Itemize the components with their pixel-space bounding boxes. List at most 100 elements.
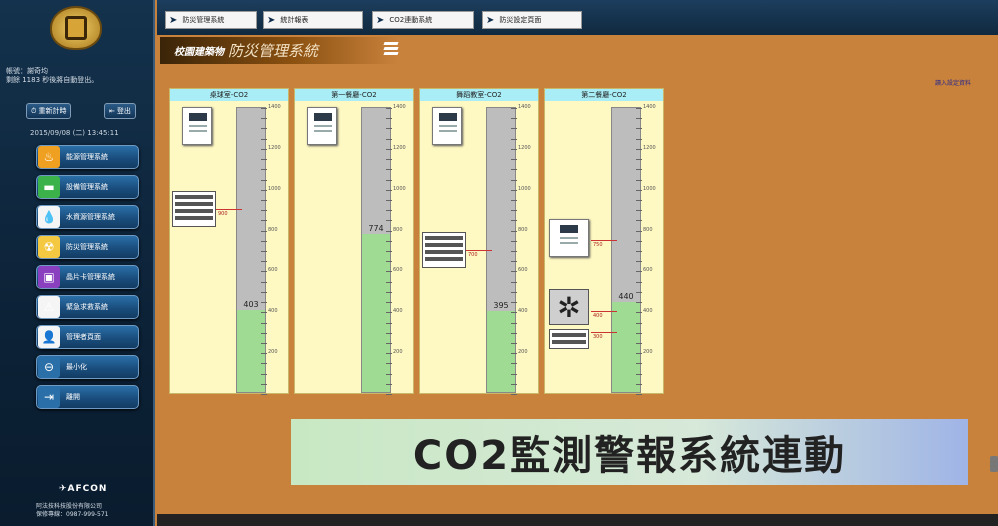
gauge-tick-label: 400 xyxy=(268,308,278,315)
menu-item-3[interactable]: ☢ 防災管理系統 xyxy=(36,235,139,259)
gauge-tick xyxy=(511,342,517,344)
gauge-tick xyxy=(636,291,642,293)
gauge-tick xyxy=(261,251,267,252)
co2-panel-1: 第一餐廳-CO2 774 1400 1200 1000 800 600 400 200 xyxy=(294,88,414,395)
read-settings-link[interactable]: 讀入設定資料 xyxy=(935,78,971,87)
co2-gauge: 403 xyxy=(236,107,267,395)
caption-banner: CO2監測警報系統連動 xyxy=(291,419,968,485)
gauge-tick xyxy=(386,118,392,120)
threshold-line xyxy=(591,331,617,333)
gauge-tick xyxy=(386,169,392,171)
gauge-tick xyxy=(511,383,517,385)
nav-button-3[interactable]: ➤ 防災設定頁面 xyxy=(482,11,582,29)
gauge-tick xyxy=(386,128,392,130)
gauge-tick-label: 400 xyxy=(518,308,528,315)
gauge-tick xyxy=(386,251,392,252)
gauge-tick xyxy=(511,332,517,334)
co2-gauge: 774 xyxy=(361,107,392,395)
gauge-tick-label: 1400 xyxy=(393,104,406,110)
threshold-line xyxy=(591,239,617,241)
gauge-tick xyxy=(386,240,392,242)
gauge-tick xyxy=(261,169,267,171)
gauge-tick xyxy=(636,394,642,395)
gauge-tick xyxy=(511,138,517,140)
gauge-tick xyxy=(386,220,392,222)
nav-button-1[interactable]: ➤ 統計報表 xyxy=(263,11,363,29)
gauge-tick xyxy=(386,383,392,385)
gauge-tick xyxy=(511,353,517,355)
gauge-tick xyxy=(636,199,642,201)
nav-button-0[interactable]: ➤ 防災管理系統 xyxy=(165,11,257,29)
gauge-tick xyxy=(261,220,267,222)
gauge-tick-label: 800 xyxy=(268,226,278,233)
gauge-tick xyxy=(636,138,642,140)
menu-item-4[interactable]: ▣ 晶片卡管理系統 xyxy=(36,265,139,289)
gauge-tick xyxy=(511,261,517,263)
nav-button-2[interactable]: ➤ CO2連動系統 xyxy=(372,11,474,29)
gauge-tick xyxy=(636,281,642,283)
gauge-tick xyxy=(386,353,392,355)
gauge-tick xyxy=(636,108,642,109)
co2-sensor-icon xyxy=(432,107,462,145)
menu-item-1[interactable]: ▬ 設備管理系統 xyxy=(36,175,139,199)
gauge-tick xyxy=(636,169,642,171)
minimize-icon: ⊖ xyxy=(38,356,60,378)
gauge-tick-label: 800 xyxy=(643,226,653,233)
gauge-tick xyxy=(261,271,267,273)
gauge-tick xyxy=(386,148,392,150)
gauge-tick xyxy=(636,322,642,324)
gauge-tick xyxy=(511,251,517,252)
gauge-tick xyxy=(386,322,392,324)
gauge-tick xyxy=(386,261,392,263)
gauge-tick-label: 1400 xyxy=(268,104,281,110)
gauge-tick xyxy=(386,373,392,375)
scroll-handle[interactable] xyxy=(990,456,998,472)
gauge-tick xyxy=(386,291,392,293)
gauge-tick xyxy=(636,128,642,130)
gauge-tick-label: 1000 xyxy=(518,185,531,192)
menu-item-label: 最小化 xyxy=(66,363,87,371)
gauge-tick xyxy=(261,261,267,263)
ventilation-grille-icon xyxy=(549,329,589,349)
menu-item-7[interactable]: ⊖ 最小化 xyxy=(36,355,139,379)
energy-icon: ♨ xyxy=(38,146,60,168)
gauge-tick xyxy=(261,179,267,181)
gauge-tick xyxy=(511,118,517,120)
menu-item-8[interactable]: ⇥ 離開 xyxy=(36,385,139,409)
menu-item-label: 管理者頁面 xyxy=(66,333,101,341)
co2-panel-0: 桌球室-CO2 403 1400 1200 1000 800 600 400 200 900 xyxy=(169,88,289,395)
gauge-tick xyxy=(636,353,642,355)
menu-item-6[interactable]: 👤 管理者頁面 xyxy=(36,325,139,349)
gauge-tick xyxy=(261,332,267,334)
gauge-tick xyxy=(636,240,642,242)
gauge-tick xyxy=(511,199,517,201)
school-emblem-logo xyxy=(50,6,102,50)
gauge-tick-label: 200 xyxy=(518,349,528,356)
user-account: 帳號：謝奇均 xyxy=(6,67,48,75)
gauge-tick-label: 1400 xyxy=(518,104,531,110)
menu-item-5[interactable]: ⚠ 緊急求救系統 xyxy=(36,295,139,319)
co2-sensor-icon xyxy=(182,107,212,145)
gauge-tick xyxy=(636,179,642,181)
gauge-tick xyxy=(386,159,392,161)
gauge-tick xyxy=(261,159,267,161)
gauge-tick-label: 600 xyxy=(268,267,278,274)
logout-button[interactable]: ⇤ 登出 xyxy=(104,103,136,119)
logout-icon: ⇤ xyxy=(109,107,115,115)
gauge-tick-label: 800 xyxy=(393,226,403,233)
reset-timer-button[interactable]: ⏱ 重新計時 xyxy=(26,103,72,119)
gauge-tick xyxy=(511,302,517,304)
gauge-tick xyxy=(386,363,392,365)
gauge-tick xyxy=(386,342,392,344)
gauge-tick xyxy=(386,312,392,314)
gauge-tick xyxy=(261,138,267,140)
gauge-tick xyxy=(261,322,267,324)
gauge-tick xyxy=(636,302,642,304)
menu-item-2[interactable]: 💧 水資源管理系統 xyxy=(36,205,139,229)
menu-item-0[interactable]: ♨ 能源管理系統 xyxy=(36,145,139,169)
gauge-tick xyxy=(511,159,517,161)
gauge-tick xyxy=(386,138,392,140)
bottom-bar xyxy=(157,514,998,526)
gauge-tick xyxy=(511,179,517,181)
gauge-tick-label: 1400 xyxy=(643,104,656,110)
